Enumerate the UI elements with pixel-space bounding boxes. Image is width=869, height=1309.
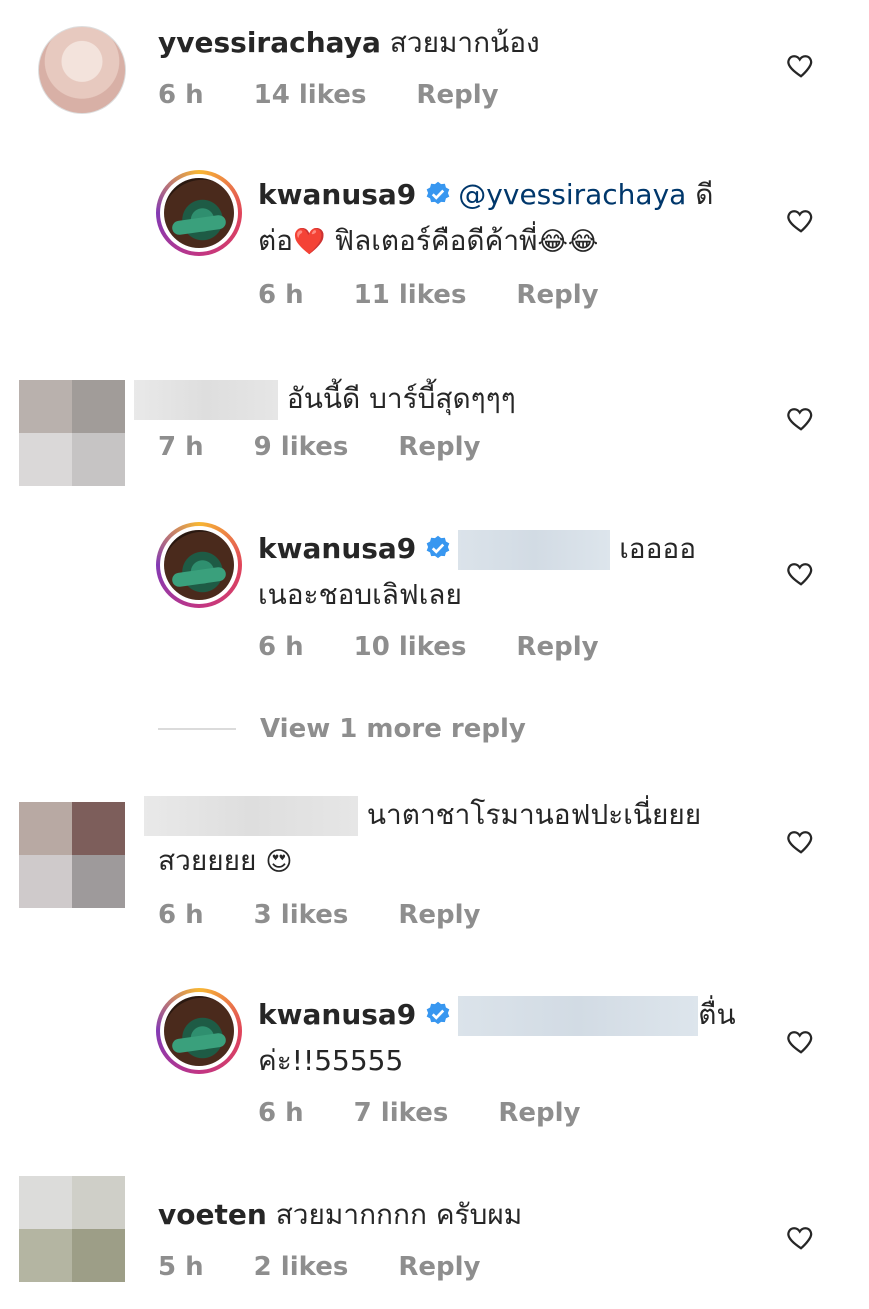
comment-meta: 6 h 7 likes Reply: [258, 1098, 580, 1128]
redacted-mention: [458, 530, 611, 570]
comment-text: kwanusa9 ตื่น ค่ะ!!55555: [258, 992, 758, 1084]
comment-text: อันนี้ดี บาร์บี้สุดๆๆๆ: [134, 376, 516, 422]
comment-body-line3: ฟิลเตอร์คือดีค้าพี่: [334, 224, 538, 257]
comment-3: อันนี้ดี บาร์บี้สุดๆๆๆ 7 h 9 likes Reply: [0, 330, 869, 500]
comment-text: นาตาชาโรมานอฟปะเนี่ยยย สวยยยย 😍: [144, 792, 764, 885]
comment-text: yvessirachaya สวยมากน้อง: [158, 20, 540, 66]
comment-7: voeten สวยมากกกก ครับผม 5 h 2 likes Repl…: [0, 1160, 869, 1309]
comment-body-line2: เนอะชอบเลิฟเลย: [258, 578, 462, 611]
comment-text: kwanusa9 @yvessirachaya ดี ต่อ❤️ ฟิลเตอร์…: [258, 172, 748, 265]
likes-count[interactable]: 14 likes: [254, 80, 367, 110]
reply-button[interactable]: Reply: [398, 900, 480, 930]
comment-body: ตื่น: [698, 998, 736, 1031]
comment-1: yvessirachaya สวยมากน้อง 6 h 14 likes Re…: [0, 0, 869, 130]
verified-badge-icon: [426, 1001, 450, 1025]
heart-outline-icon[interactable]: [786, 1026, 816, 1056]
comment-body: นาตาชาโรมานอฟปะเนี่ยยย: [366, 798, 702, 831]
comment-meta: 6 h 10 likes Reply: [258, 632, 599, 662]
reply-button[interactable]: Reply: [416, 80, 498, 110]
avatar[interactable]: [38, 26, 126, 114]
comment-body-line2: ต่อ: [258, 224, 293, 257]
heart-eyes-emoji: 😍: [265, 847, 293, 877]
timestamp: 6 h: [158, 900, 204, 930]
comment-body: สวยมากน้อง: [389, 26, 540, 59]
laugh-emoji: 😂😂: [537, 227, 599, 257]
comment-meta: 6 h 3 likes Reply: [158, 900, 480, 930]
comment-body: เออออ: [619, 532, 697, 565]
reply-button[interactable]: Reply: [398, 1252, 480, 1282]
timestamp: 6 h: [158, 80, 204, 110]
heart-outline-icon[interactable]: [786, 826, 816, 856]
timestamp: 7 h: [158, 432, 204, 462]
timestamp: 6 h: [258, 1098, 304, 1128]
view-more-replies[interactable]: View 1 more reply: [158, 714, 526, 744]
redacted-mention: [458, 996, 699, 1036]
reply-button[interactable]: Reply: [516, 632, 598, 662]
comment-4: kwanusa9 เออออ เนอะชอบเลิฟเลย 6 h 10 lik…: [0, 500, 869, 680]
avatar[interactable]: [156, 522, 242, 608]
comment-body: ดี: [695, 178, 714, 211]
comment-body: อันนี้ดี บาร์บี้สุดๆๆๆ: [286, 382, 516, 415]
reply-button[interactable]: Reply: [516, 280, 598, 310]
username[interactable]: voeten: [158, 1198, 267, 1231]
comment-6: kwanusa9 ตื่น ค่ะ!!55555 6 h 7 likes Repl…: [0, 970, 869, 1150]
comment-body-line2: สวยยยย: [158, 844, 257, 877]
redacted-username: [134, 380, 278, 420]
avatar[interactable]: [156, 988, 242, 1074]
comment-meta: 6 h 11 likes Reply: [258, 280, 599, 310]
comment-body: สวยมากกกก ครับผม: [275, 1198, 523, 1231]
comment-2: kwanusa9 @yvessirachaya ดี ต่อ❤️ ฟิลเตอร์…: [0, 150, 869, 330]
username[interactable]: yvessirachaya: [158, 26, 381, 59]
username[interactable]: kwanusa9: [258, 178, 416, 211]
avatar[interactable]: [156, 170, 242, 256]
username[interactable]: kwanusa9: [258, 532, 416, 565]
view-more-label[interactable]: View 1 more reply: [260, 714, 526, 744]
heart-outline-icon[interactable]: [786, 1222, 816, 1252]
reply-button[interactable]: Reply: [398, 432, 480, 462]
timestamp: 6 h: [258, 632, 304, 662]
heart-outline-icon[interactable]: [786, 558, 816, 588]
heart-outline-icon[interactable]: [786, 50, 816, 80]
likes-count[interactable]: 9 likes: [254, 432, 349, 462]
avatar-redacted[interactable]: [19, 1176, 125, 1282]
divider: [158, 728, 236, 730]
redacted-username: [144, 796, 358, 836]
verified-badge-icon: [426, 181, 450, 205]
comment-5: นาตาชาโรมานอฟปะเนี่ยยย สวยยยย 😍 6 h 3 li…: [0, 750, 869, 950]
likes-count[interactable]: 3 likes: [254, 900, 349, 930]
comment-text: kwanusa9 เออออ เนอะชอบเลิฟเลย: [258, 526, 748, 618]
comment-text: voeten สวยมากกกก ครับผม: [158, 1192, 522, 1238]
avatar-redacted[interactable]: [19, 380, 125, 486]
heart-emoji: ❤️: [293, 227, 326, 257]
comment-meta: 7 h 9 likes Reply: [158, 432, 480, 462]
likes-count[interactable]: 10 likes: [354, 632, 467, 662]
reply-button[interactable]: Reply: [498, 1098, 580, 1128]
timestamp: 5 h: [158, 1252, 204, 1282]
avatar-redacted[interactable]: [19, 802, 125, 908]
mention-link[interactable]: @yvessirachaya: [458, 178, 686, 211]
likes-count[interactable]: 11 likes: [354, 280, 467, 310]
timestamp: 6 h: [258, 280, 304, 310]
heart-outline-icon[interactable]: [786, 205, 816, 235]
verified-badge-icon: [426, 535, 450, 559]
comment-body-line2: ค่ะ!!55555: [258, 1044, 404, 1077]
username[interactable]: kwanusa9: [258, 998, 416, 1031]
heart-outline-icon[interactable]: [786, 403, 816, 433]
comment-meta: 6 h 14 likes Reply: [158, 80, 499, 110]
likes-count[interactable]: 7 likes: [354, 1098, 449, 1128]
comment-meta: 5 h 2 likes Reply: [158, 1252, 480, 1282]
likes-count[interactable]: 2 likes: [254, 1252, 349, 1282]
